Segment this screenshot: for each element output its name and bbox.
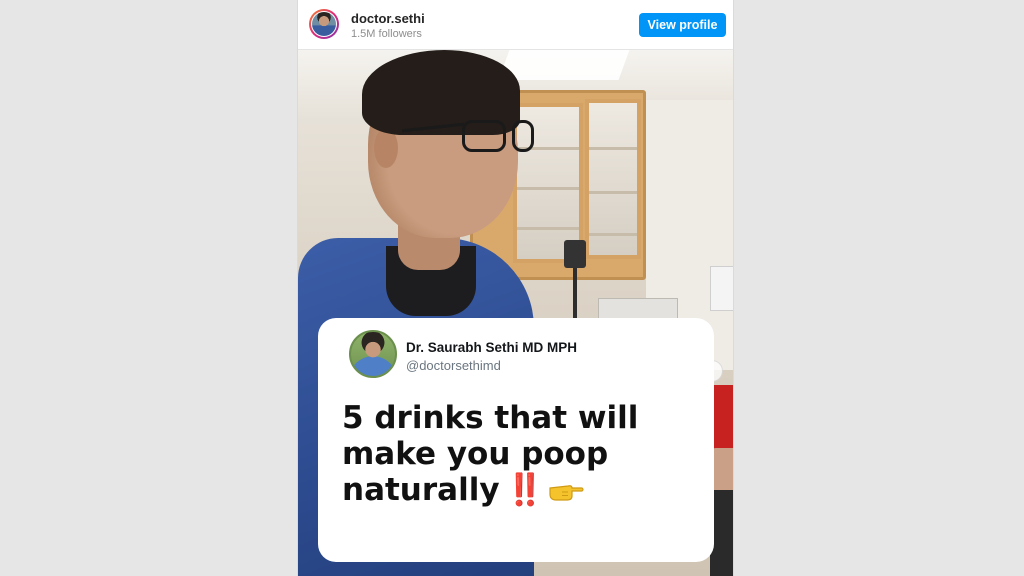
post-header: doctor.sethi 1.5M followers View profile	[298, 0, 733, 50]
shelf	[517, 227, 579, 230]
view-profile-button[interactable]: View profile	[639, 13, 726, 37]
avatar-ring	[311, 11, 337, 37]
avatar-image	[312, 12, 336, 36]
instagram-post-embed: doctor.sethi 1.5M followers View profile	[297, 0, 734, 576]
wall-device	[598, 298, 678, 320]
tweet-author-handle: @doctorsethimd	[406, 358, 501, 373]
medical-equipment-head	[564, 240, 586, 268]
shelf	[589, 191, 637, 194]
shelf	[517, 187, 579, 190]
shelf	[589, 147, 637, 150]
headline-text: 5 drinks that will make you poop natural…	[342, 400, 639, 508]
cabinet-door	[585, 99, 641, 259]
tweet-headline: 5 drinks that will make you poop natural…	[342, 400, 702, 508]
shelf	[589, 233, 637, 236]
follower-count: 1.5M followers	[351, 28, 422, 40]
glasses-lens	[512, 120, 534, 152]
glasses-lens	[462, 120, 506, 152]
profile-avatar[interactable]	[309, 9, 339, 39]
tweet-author-avatar	[349, 330, 397, 378]
post-image[interactable]: › Dr. Saurabh Sethi MD MPH @doctorsethim…	[298, 50, 733, 576]
red-object	[712, 385, 733, 455]
wall-poster	[710, 266, 733, 311]
double-exclamation-icon: ‼️	[505, 472, 545, 508]
ceiling-light	[498, 50, 630, 80]
pointing-hand-icon	[548, 474, 584, 501]
username[interactable]: doctor.sethi	[351, 11, 425, 26]
tweet-author-name: Dr. Saurabh Sethi MD MPH	[406, 340, 578, 355]
tweet-card: Dr. Saurabh Sethi MD MPH @doctorsethimd …	[318, 318, 714, 562]
